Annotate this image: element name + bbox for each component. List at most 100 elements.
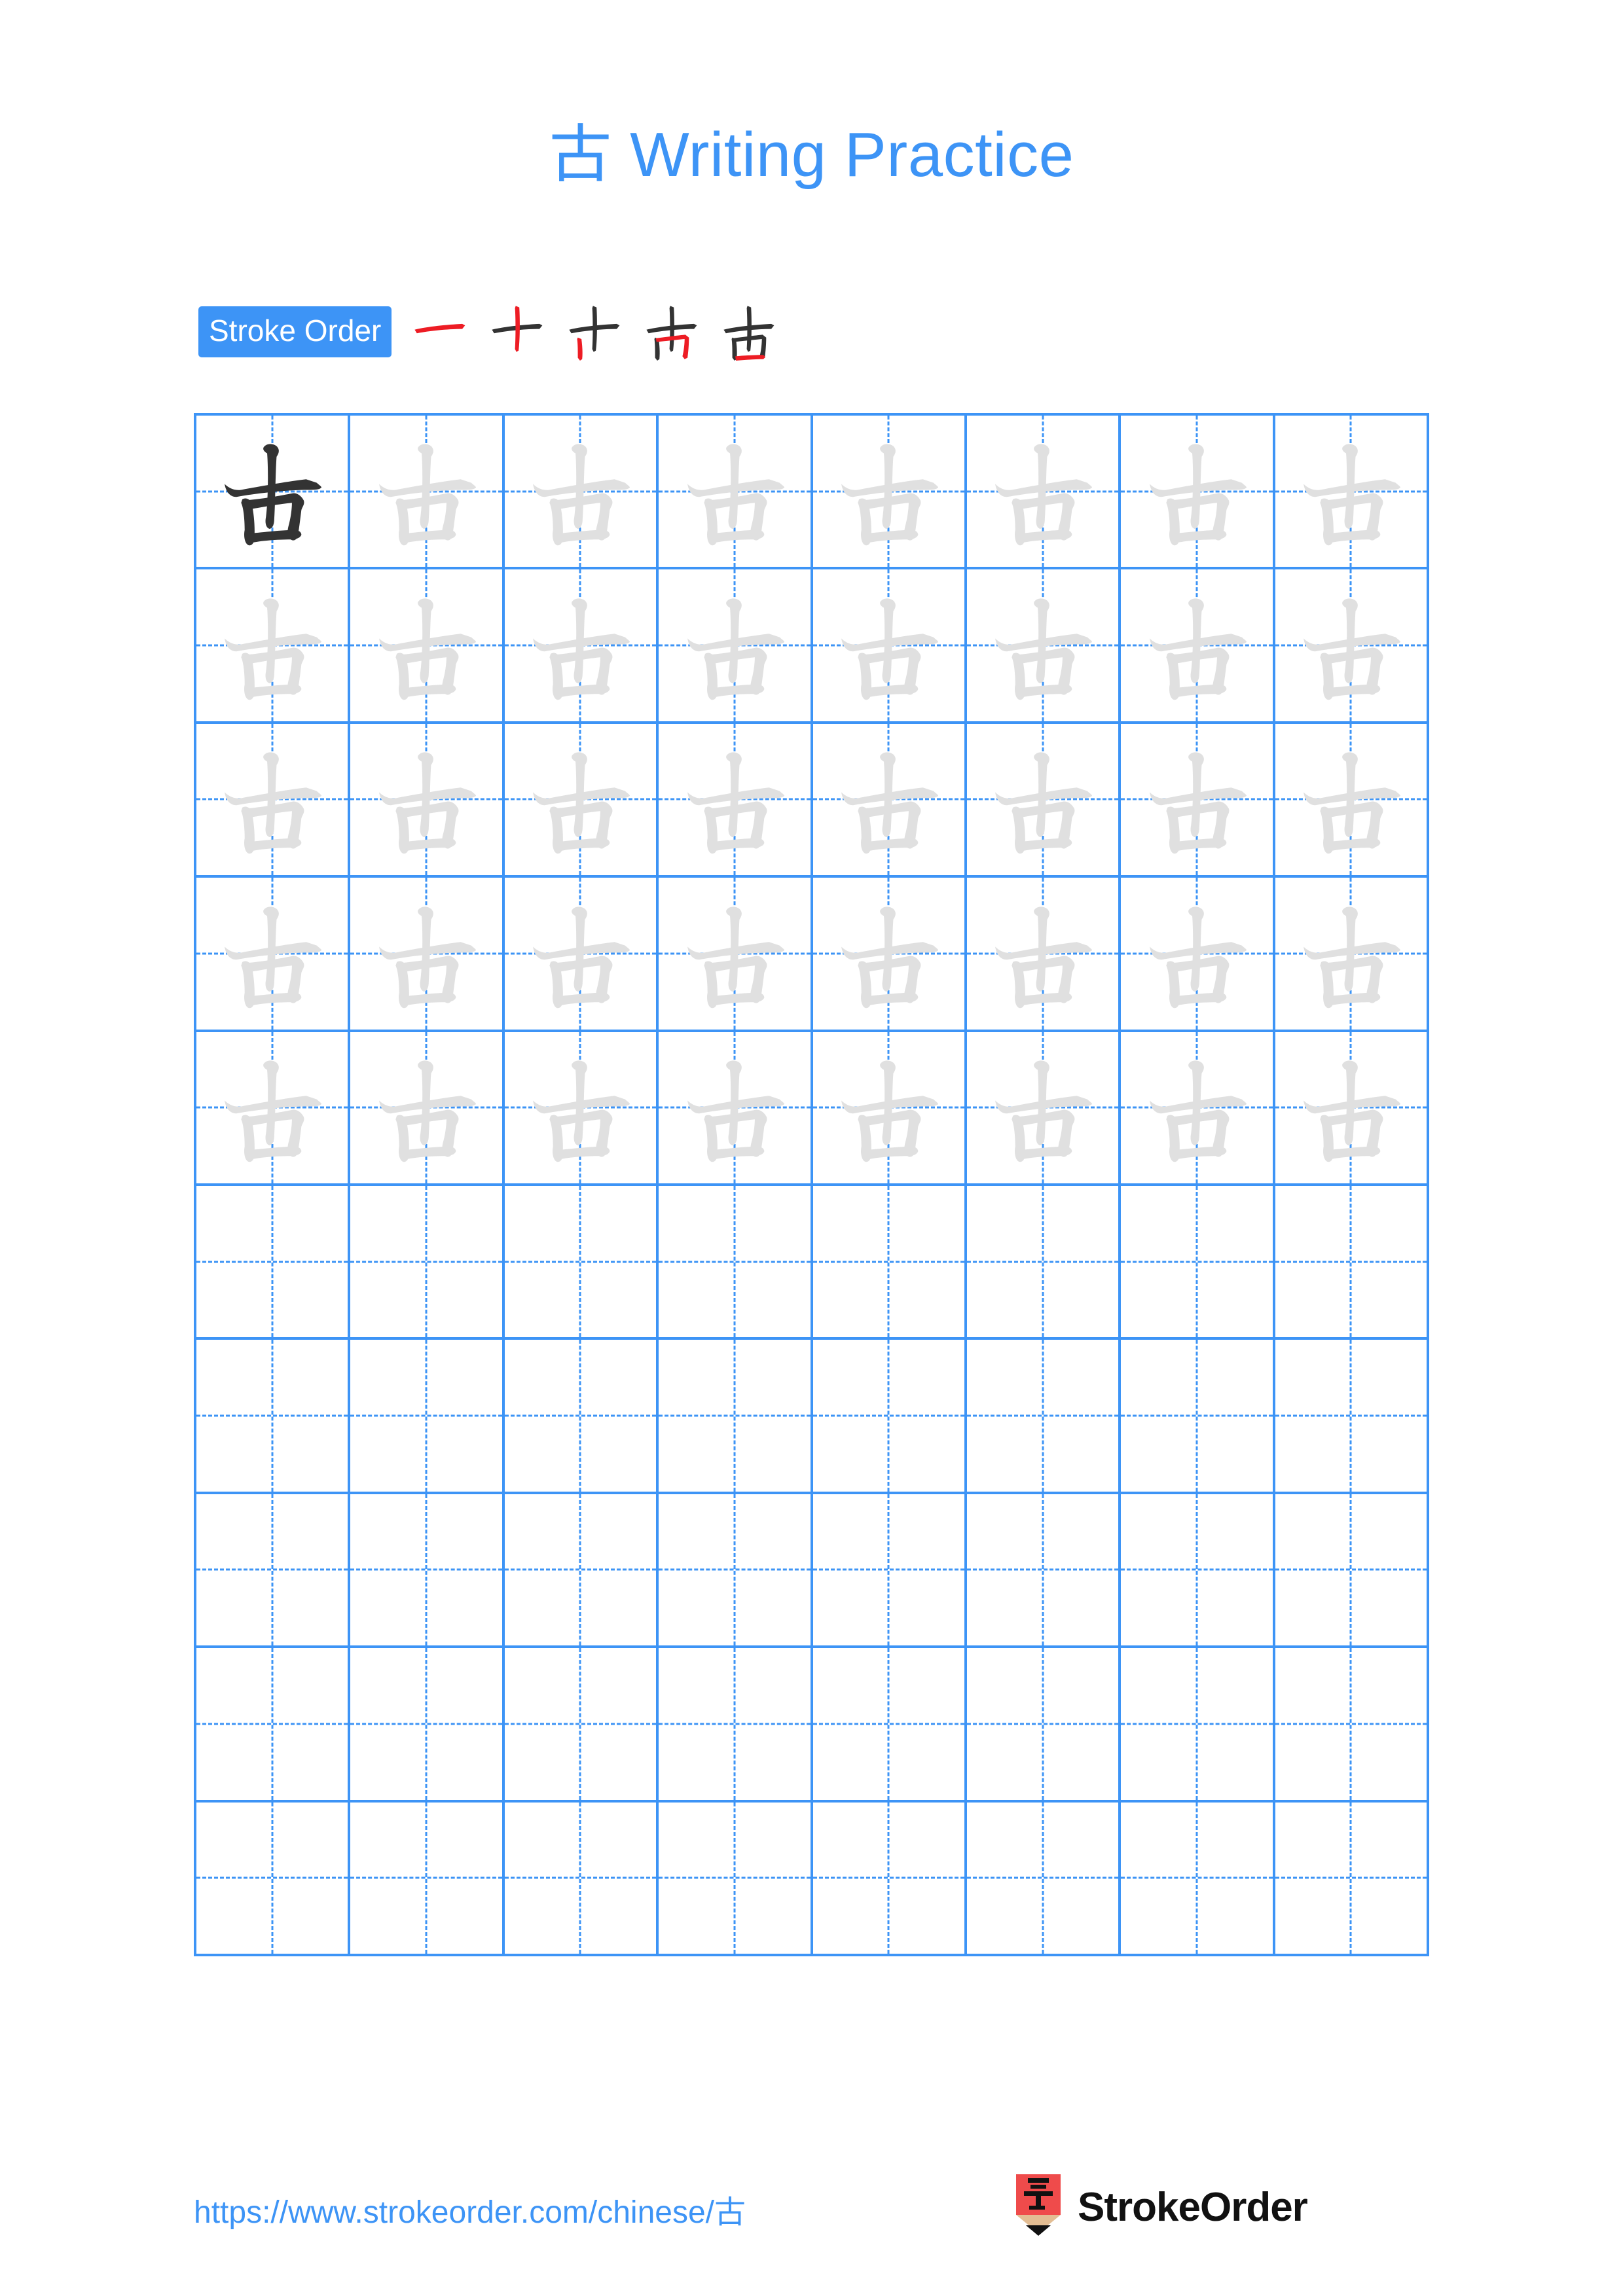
practice-cell[interactable]: [350, 1802, 505, 1956]
practice-cell[interactable]: [1121, 723, 1275, 878]
practice-cell[interactable]: [504, 1648, 659, 1803]
practice-cell[interactable]: [659, 1494, 813, 1649]
practice-grid: [194, 413, 1429, 1956]
practice-cell[interactable]: [966, 1185, 1122, 1340]
stroke-step-2: [482, 296, 554, 368]
practice-cell[interactable]: [1275, 1802, 1429, 1956]
footer-url[interactable]: https://www.strokeorder.com/chinese/古: [194, 2186, 746, 2232]
practice-cell[interactable]: [350, 1031, 505, 1186]
practice-cell[interactable]: [1275, 1494, 1429, 1649]
practice-cell[interactable]: [1121, 1340, 1275, 1494]
practice-cell[interactable]: [350, 723, 505, 878]
character-glyph: [196, 416, 348, 567]
practice-cell[interactable]: [350, 878, 505, 1032]
practice-cell[interactable]: [350, 416, 505, 570]
practice-cell[interactable]: [350, 569, 505, 724]
practice-cell[interactable]: [812, 1340, 967, 1494]
practice-cell[interactable]: [966, 1802, 1122, 1956]
practice-cell[interactable]: [504, 1340, 659, 1494]
character-glyph: [505, 1032, 656, 1183]
practice-cell[interactable]: [812, 1802, 967, 1956]
practice-cell[interactable]: [966, 1494, 1122, 1649]
practice-cell[interactable]: [812, 1648, 967, 1803]
practice-cell[interactable]: [1275, 1185, 1429, 1340]
stroke-step-1: [405, 296, 477, 368]
practice-cell[interactable]: [966, 569, 1122, 724]
character-glyph: [1121, 1032, 1272, 1183]
practice-cell[interactable]: [659, 1648, 813, 1803]
practice-cell[interactable]: [350, 1648, 505, 1803]
practice-cell[interactable]: [966, 1340, 1122, 1494]
practice-cell[interactable]: [1121, 878, 1275, 1032]
practice-cell[interactable]: [812, 569, 967, 724]
practice-cell[interactable]: [1121, 1648, 1275, 1803]
character-glyph: [196, 1032, 348, 1183]
character-glyph: [1121, 416, 1272, 567]
practice-cell[interactable]: [196, 1340, 351, 1494]
practice-cell[interactable]: [1275, 1340, 1429, 1494]
practice-cell[interactable]: [196, 569, 351, 724]
practice-cell[interactable]: [812, 1494, 967, 1649]
practice-cell[interactable]: [504, 569, 659, 724]
practice-cell[interactable]: [659, 1185, 813, 1340]
practice-cell[interactable]: [1121, 1494, 1275, 1649]
practice-cell[interactable]: [812, 878, 967, 1032]
character-glyph: [1121, 878, 1272, 1029]
practice-cell[interactable]: [504, 416, 659, 570]
practice-cell[interactable]: [1121, 1802, 1275, 1956]
practice-cell[interactable]: [1121, 1185, 1275, 1340]
practice-cell[interactable]: [196, 1031, 351, 1186]
character-glyph: [1275, 878, 1427, 1029]
practice-cell[interactable]: [812, 416, 967, 570]
practice-cell[interactable]: [504, 1494, 659, 1649]
practice-cell[interactable]: [812, 1185, 967, 1340]
practice-cell[interactable]: [504, 1802, 659, 1956]
practice-cell[interactable]: [196, 1802, 351, 1956]
practice-cell[interactable]: [196, 1185, 351, 1340]
stroke-step-4: [636, 296, 708, 368]
pencil-logo-icon: [1013, 2174, 1063, 2240]
character-glyph: [350, 878, 501, 1029]
practice-cell[interactable]: [1121, 569, 1275, 724]
brand-name: StrokeOrder: [1078, 2184, 1308, 2230]
character-glyph: [1121, 569, 1272, 721]
page-title: 古 Writing Practice: [549, 120, 1074, 190]
practice-cell[interactable]: [1275, 878, 1429, 1032]
practice-cell[interactable]: [812, 1031, 967, 1186]
practice-cell[interactable]: [1275, 569, 1429, 724]
practice-cell[interactable]: [966, 416, 1122, 570]
practice-cell[interactable]: [504, 878, 659, 1032]
practice-cell[interactable]: [1275, 416, 1429, 570]
practice-cell[interactable]: [966, 1031, 1122, 1186]
practice-cell[interactable]: [1121, 416, 1275, 570]
practice-cell[interactable]: [659, 1031, 813, 1186]
practice-cell[interactable]: [659, 1340, 813, 1494]
practice-cell[interactable]: [196, 723, 351, 878]
practice-cell[interactable]: [1275, 1648, 1429, 1803]
practice-cell[interactable]: [1121, 1031, 1275, 1186]
practice-cell[interactable]: [504, 1031, 659, 1186]
practice-cell[interactable]: [350, 1185, 505, 1340]
practice-cell[interactable]: [196, 878, 351, 1032]
practice-cell[interactable]: [659, 569, 813, 724]
practice-cell[interactable]: [659, 416, 813, 570]
practice-cell[interactable]: [196, 1648, 351, 1803]
practice-cell[interactable]: [196, 416, 351, 570]
practice-cell[interactable]: [812, 723, 967, 878]
character-glyph: [1275, 416, 1427, 567]
character-glyph: [505, 724, 656, 875]
practice-cell[interactable]: [1275, 723, 1429, 878]
practice-cell[interactable]: [966, 723, 1122, 878]
practice-cell[interactable]: [659, 723, 813, 878]
practice-cell[interactable]: [504, 1185, 659, 1340]
practice-cell[interactable]: [966, 1648, 1122, 1803]
practice-cell[interactable]: [659, 878, 813, 1032]
practice-cell[interactable]: [504, 723, 659, 878]
practice-cell[interactable]: [350, 1494, 505, 1649]
stroke-order-badge: Stroke Order: [198, 306, 392, 357]
practice-cell[interactable]: [659, 1802, 813, 1956]
practice-cell[interactable]: [350, 1340, 505, 1494]
practice-cell[interactable]: [196, 1494, 351, 1649]
practice-cell[interactable]: [966, 878, 1122, 1032]
practice-cell[interactable]: [1275, 1031, 1429, 1186]
